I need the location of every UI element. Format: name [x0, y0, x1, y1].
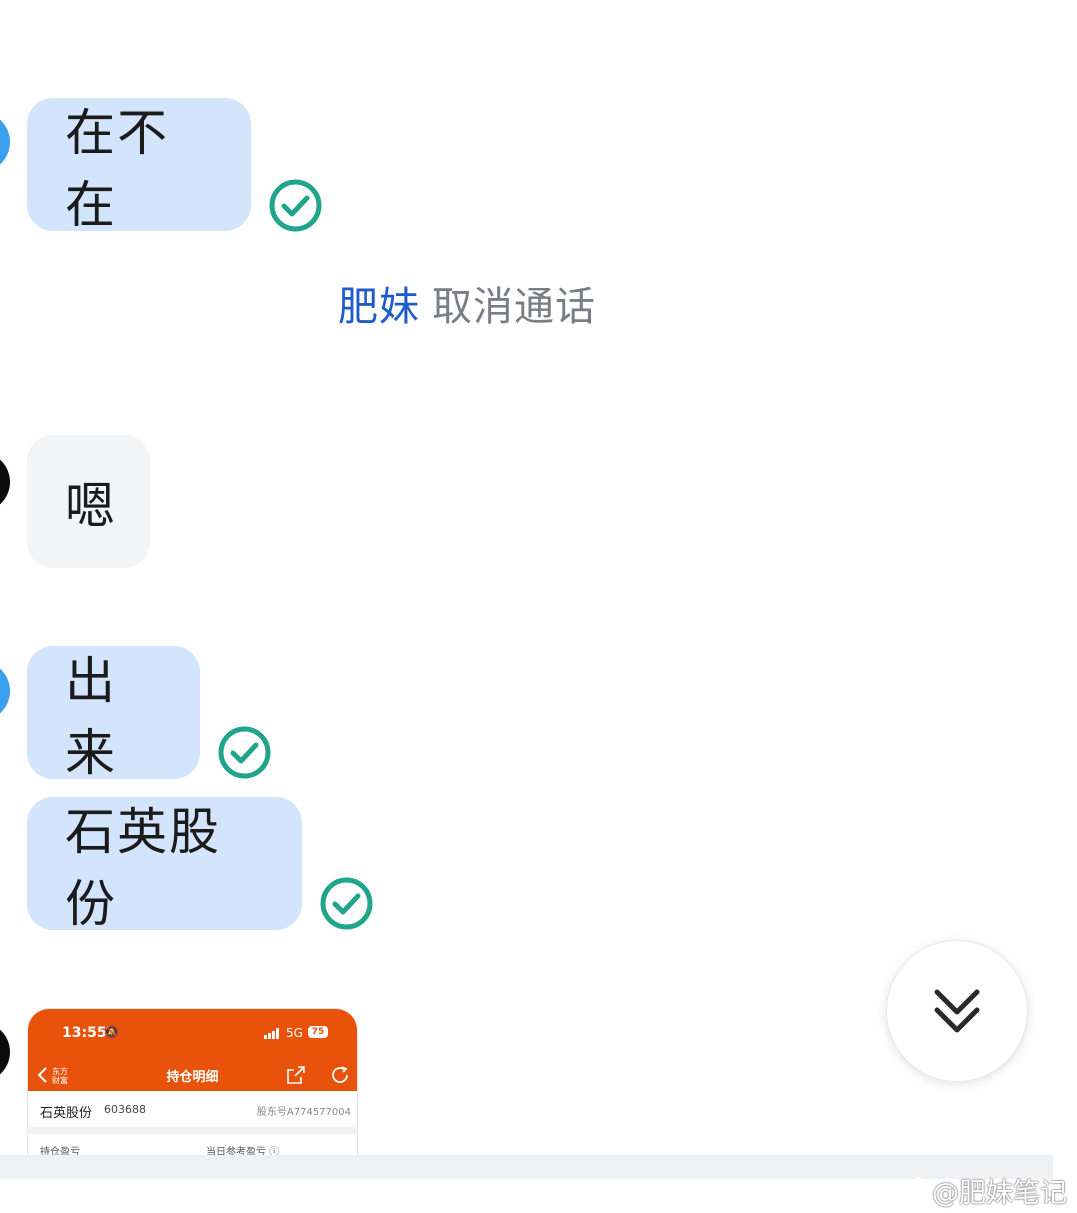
message-text: 在不在 — [65, 103, 169, 234]
preview-nav-bar: 东方财富 持仓明细 — [28, 1061, 357, 1091]
message-bubble[interactable]: 在不在 — [27, 98, 251, 234]
signal-icon — [264, 1028, 279, 1039]
double-chevron-down-icon — [934, 989, 980, 1033]
sender-avatar[interactable] — [0, 112, 10, 172]
message-text: 嗯 — [65, 476, 117, 535]
message-text: 石英股份 — [65, 802, 221, 933]
preview-stock-name: 石英股份 — [40, 1106, 93, 1121]
message-text: 出来 — [65, 651, 117, 782]
preview-network: 5G — [286, 1026, 303, 1040]
preview-stock-code: 603688 — [104, 1103, 146, 1116]
watermark-text: @肥妹笔记 — [932, 1177, 1067, 1209]
battery-icon: 75 — [308, 1026, 328, 1038]
preview-title: 持仓明细 — [166, 1070, 219, 1085]
call-cancelled-notice: 肥妹 取消通话 — [338, 274, 596, 332]
check-circle-icon — [320, 877, 373, 930]
refresh-icon — [332, 1066, 348, 1083]
contact-avatar[interactable] — [0, 1022, 10, 1082]
weibo-logo-icon — [888, 1176, 926, 1206]
message-bubble[interactable]: 嗯 — [27, 435, 150, 568]
preview-time: 13:55 — [62, 1025, 107, 1041]
message-bubble[interactable]: 石英股份 — [27, 797, 302, 933]
preview-stock-row: 石英股份 603688 股东号A774577004 — [28, 1091, 357, 1134]
image-message[interactable]: 13:55 🔕 5G 75 东方财富 持仓明细 石英股份 603688 股东号A… — [27, 1008, 358, 1158]
watermark: @肥妹笔记 — [888, 1170, 1067, 1210]
message-bubble[interactable]: 出来 — [27, 646, 200, 782]
mute-bell-icon: 🔕 — [104, 1025, 119, 1039]
preview-holder-id: 股东号A774577004 — [256, 1107, 351, 1118]
preview-status-bar: 13:55 🔕 5G 75 — [28, 1009, 357, 1061]
scroll-to-bottom-button[interactable] — [886, 940, 1028, 1082]
check-circle-icon — [218, 726, 271, 779]
contact-avatar[interactable] — [0, 452, 10, 512]
sender-avatar[interactable] — [0, 661, 10, 721]
call-status-text: 取消通话 — [432, 284, 596, 330]
share-icon — [287, 1066, 305, 1084]
contact-name[interactable]: 肥妹 — [338, 284, 420, 330]
check-circle-icon — [269, 179, 322, 232]
